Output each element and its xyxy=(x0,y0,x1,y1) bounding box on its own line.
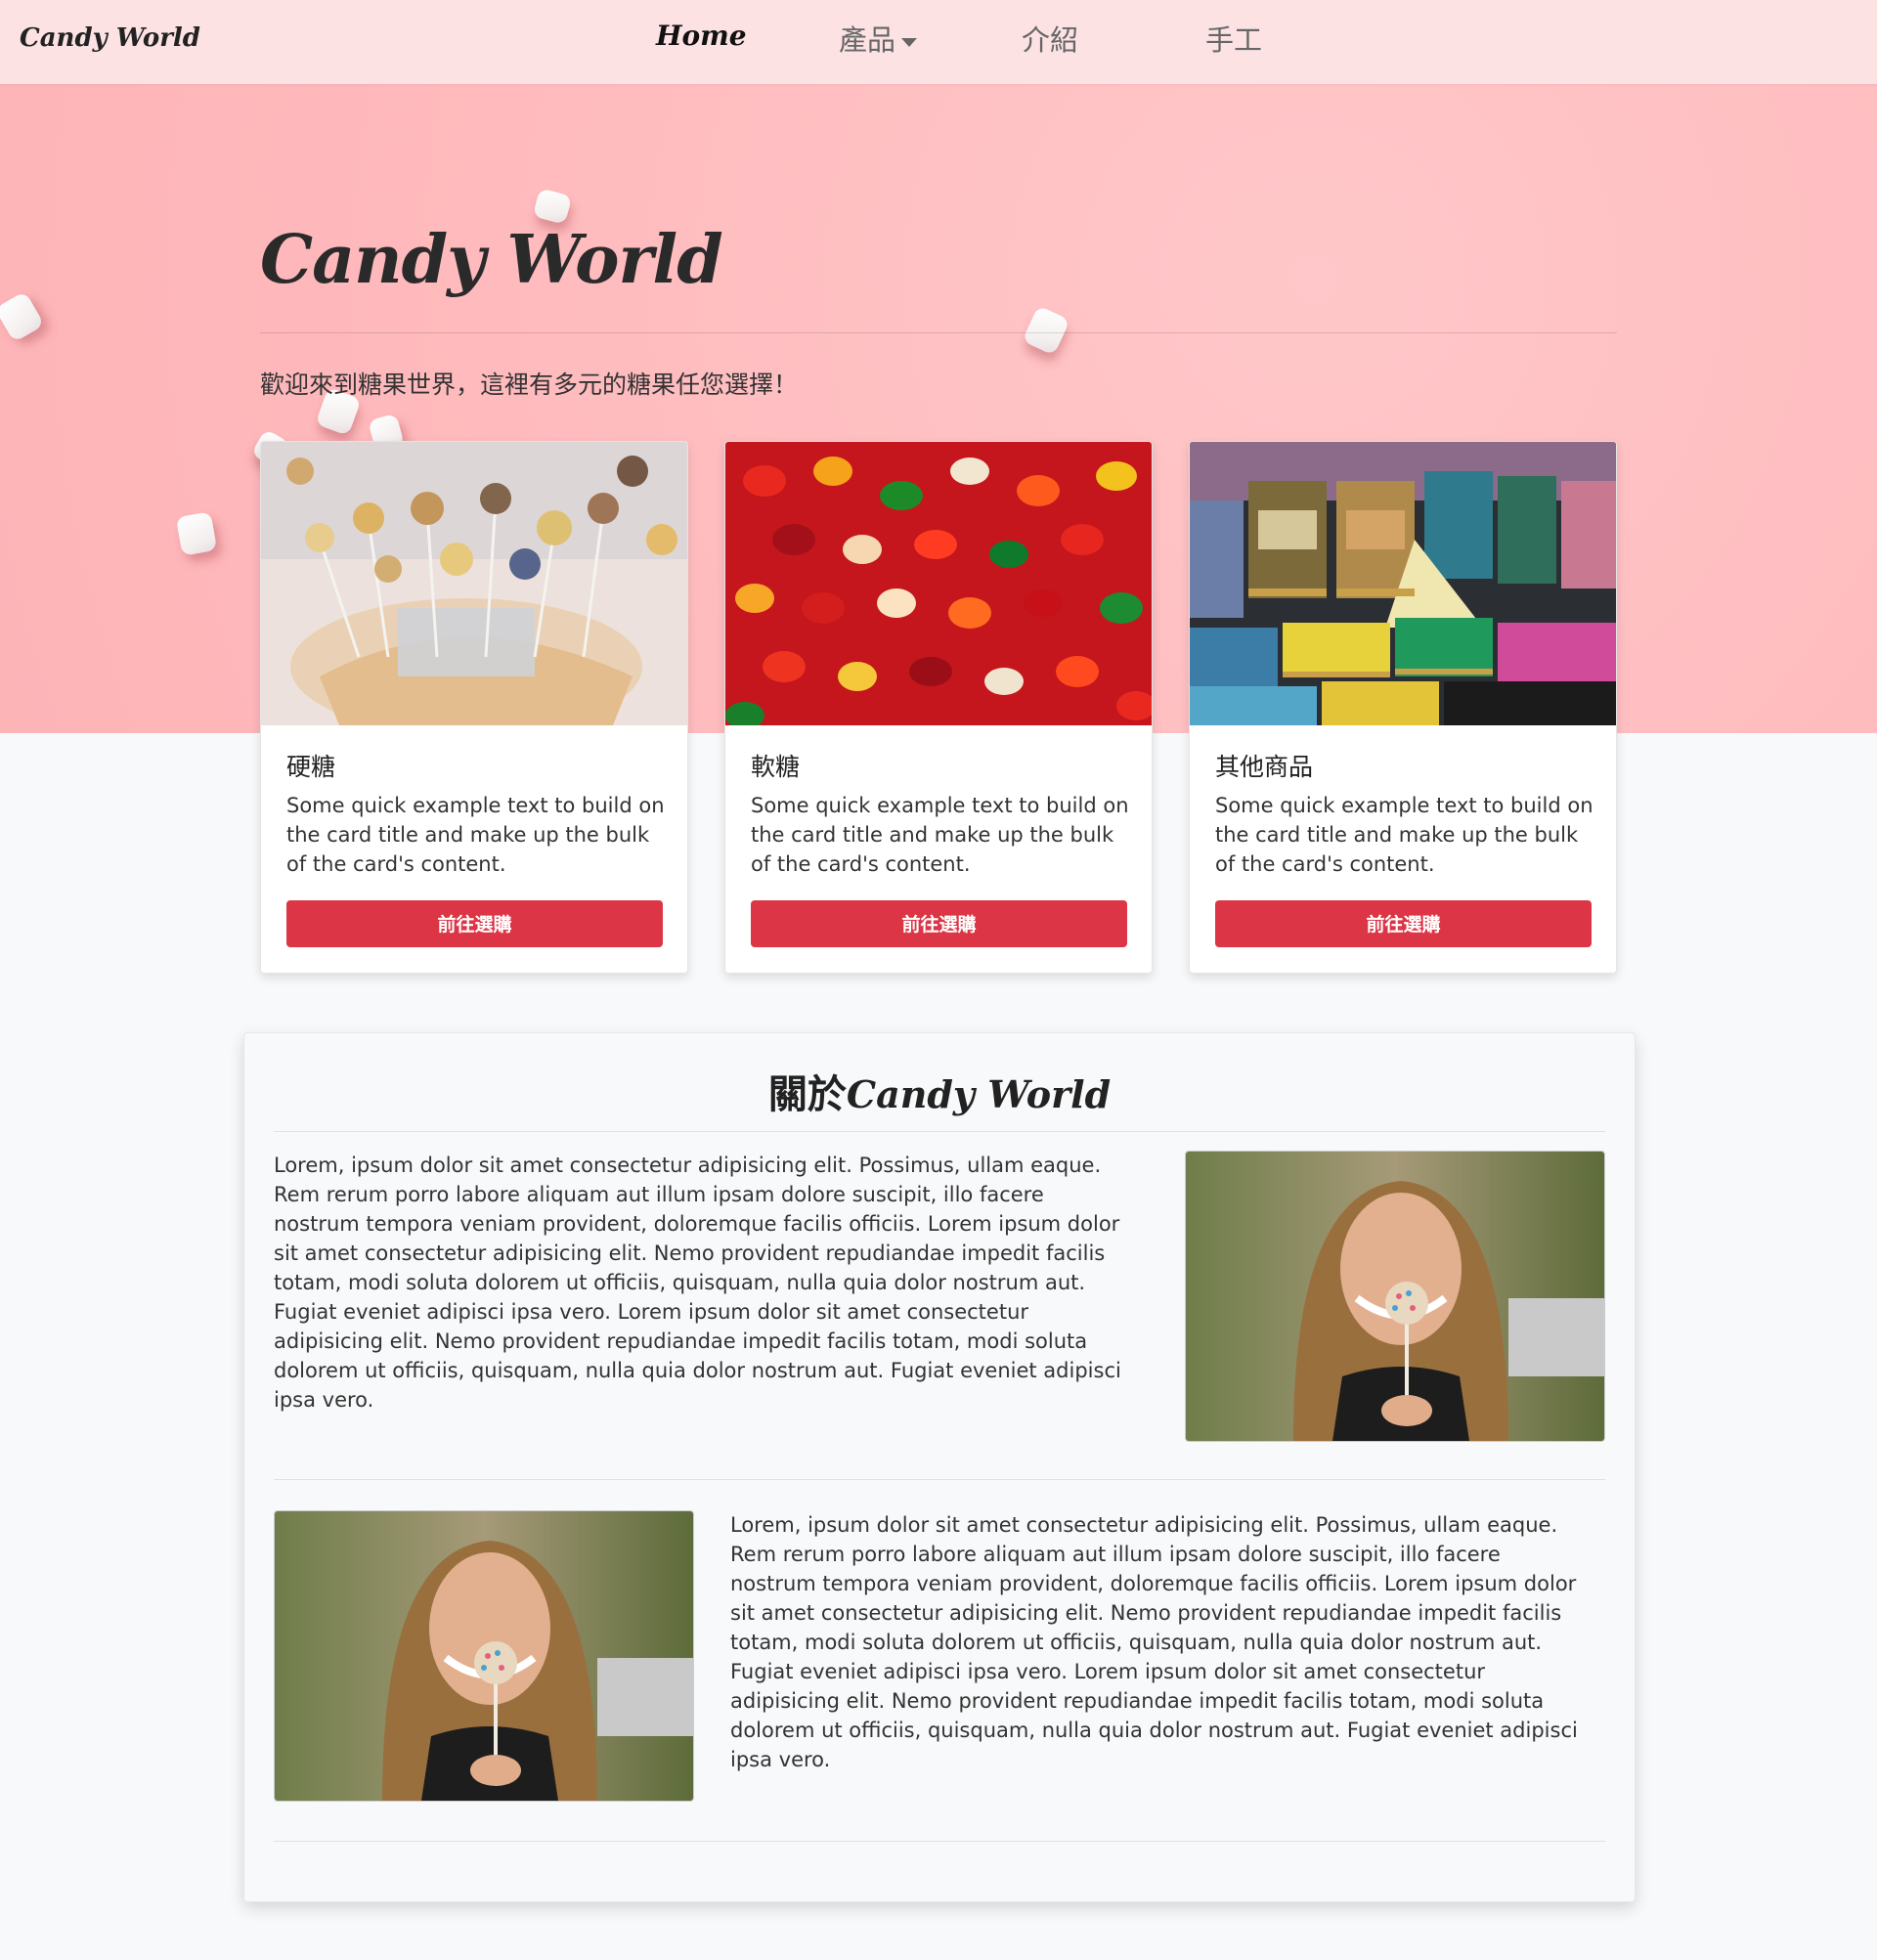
lollipops-in-basket-photo xyxy=(261,442,687,725)
woman-holding-cake-pop-photo xyxy=(1185,1151,1605,1442)
nav-home[interactable]: Home xyxy=(656,20,747,52)
product-card-other-goods: 其他商品 Some quick example text to build on… xyxy=(1189,441,1617,974)
hero-subtitle: 歡迎來到糖果世界，這裡有多元的糖果任您選擇！ xyxy=(260,370,799,399)
about-paragraph: Lorem, ipsum dolor sit amet consectetur … xyxy=(274,1154,1121,1412)
chevron-down-icon xyxy=(901,37,918,47)
navbar: Candy World Home 產品 介紹 手工 xyxy=(0,0,1877,84)
product-card-hard-candy: 硬糖 Some quick example text to build on t… xyxy=(260,441,688,974)
nav-handmade[interactable]: 手工 xyxy=(1205,18,1262,59)
gummy-bears-photo xyxy=(725,442,1152,725)
nav-products-label: 產品 xyxy=(839,23,896,57)
woman-holding-cake-pop-photo xyxy=(274,1510,694,1802)
card-text: Some quick example text to build on the … xyxy=(751,794,1129,876)
marshmallow-decoration xyxy=(0,290,45,343)
marshmallow-decoration xyxy=(532,188,573,225)
card-title: 其他商品 xyxy=(1215,753,1314,781)
marshmallow-decoration xyxy=(1022,305,1070,356)
hero-divider xyxy=(260,332,1617,333)
about-paragraph: Lorem, ipsum dolor sit amet consectetur … xyxy=(730,1513,1578,1771)
about-section: 關於Candy World Lorem, ipsum dolor sit ame… xyxy=(243,1032,1636,1902)
about-title-brand: Candy World xyxy=(846,1072,1112,1116)
card-text: Some quick example text to build on the … xyxy=(1215,794,1593,876)
about-divider xyxy=(274,1841,1605,1842)
hero-title: Candy World xyxy=(260,221,723,299)
card-text: Some quick example text to build on the … xyxy=(286,794,665,876)
shop-now-button[interactable]: 前往選購 xyxy=(1215,900,1592,947)
marshmallow-decoration xyxy=(175,511,218,556)
about-title: 關於Candy World xyxy=(244,1063,1635,1119)
shop-now-button[interactable]: 前往選購 xyxy=(751,900,1127,947)
nav-products-dropdown[interactable]: 產品 xyxy=(839,18,918,59)
about-divider xyxy=(274,1479,1605,1480)
about-title-prefix: 關於 xyxy=(767,1072,847,1117)
shop-now-button[interactable]: 前往選購 xyxy=(286,900,663,947)
nav-intro[interactable]: 介紹 xyxy=(1022,18,1078,59)
about-divider xyxy=(274,1131,1605,1132)
candy-tins-photo xyxy=(1190,442,1616,725)
card-title: 硬糖 xyxy=(286,753,336,781)
product-card-gummy-candy: 軟糖 Some quick example text to build on t… xyxy=(724,441,1153,974)
card-title: 軟糖 xyxy=(751,753,801,781)
navbar-brand[interactable]: Candy World xyxy=(20,23,200,53)
